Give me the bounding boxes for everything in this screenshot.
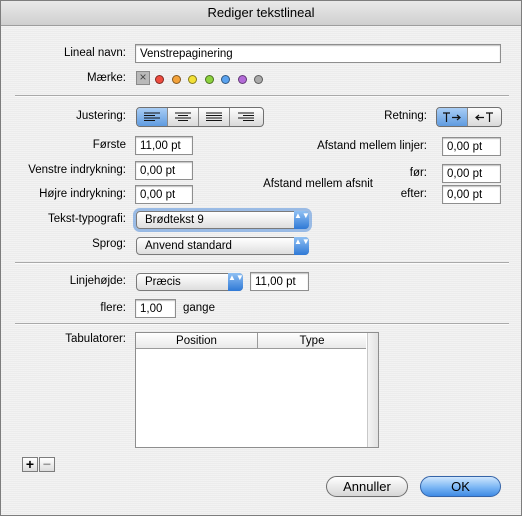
align-center-icon[interactable] — [168, 108, 199, 126]
popup-arrows-icon: ▲▼ — [228, 273, 244, 291]
align-justify-icon[interactable] — [199, 108, 230, 126]
mark-label: Mærke: — [87, 72, 126, 84]
text-style-popup[interactable]: Brødtekst 9 ▲▼ — [136, 211, 310, 229]
separator — [15, 323, 509, 325]
paragraph-spacing-label: Afstand mellem afsnit — [263, 178, 373, 190]
line-spacing-label: Afstand mellem linjer: — [317, 140, 427, 152]
line-height-mode-value: Præcis — [145, 276, 181, 288]
space-after-field[interactable]: 0,00 pt — [442, 185, 501, 204]
add-tab-button[interactable]: + — [22, 457, 38, 472]
direction-rtl-icon[interactable] — [468, 108, 499, 126]
right-indent-label: Højre indrykning: — [39, 188, 126, 200]
line-height-field[interactable]: 11,00 pt — [250, 272, 309, 291]
align-left-icon[interactable] — [137, 108, 168, 126]
direction-segmented-control — [436, 107, 502, 127]
space-before-field[interactable]: 0,00 pt — [442, 164, 501, 183]
mark-color-swatch[interactable] — [221, 75, 230, 84]
mark-color-swatch[interactable] — [237, 75, 247, 84]
popup-arrows-icon: ▲▼ — [294, 211, 310, 229]
ok-button[interactable]: OK — [420, 476, 501, 497]
multiple-field[interactable]: 1,00 — [135, 299, 176, 318]
column-header-type[interactable]: Type — [258, 333, 366, 349]
window-title: Rediger tekstlineal — [1, 1, 521, 26]
dialog-window: Rediger tekstlineal Lineal navn: Venstre… — [0, 0, 522, 516]
first-indent-label: Første — [92, 139, 126, 151]
first-indent-field[interactable]: 11,00 pt — [135, 136, 193, 155]
mark-color-swatch[interactable] — [155, 75, 164, 84]
direction-ltr-icon[interactable] — [437, 108, 468, 126]
mark-color-swatch[interactable] — [171, 75, 181, 84]
tabs-scrollbar[interactable] — [367, 333, 378, 447]
direction-label: Retning: — [384, 110, 427, 122]
name-field[interactable]: Venstrepaginering — [135, 44, 501, 63]
multiple-unit: gange — [183, 302, 215, 314]
separator — [15, 262, 509, 264]
tabs-label: Tabulatorer: — [65, 333, 126, 345]
language-value: Anvend standard — [145, 240, 232, 252]
left-indent-label: Venstre indrykning: — [28, 164, 126, 176]
line-spacing-field[interactable]: 0,00 pt — [442, 137, 501, 156]
mark-color-swatch[interactable] — [254, 75, 263, 84]
mark-color-swatch[interactable] — [204, 75, 214, 84]
remove-tab-button[interactable]: − — [39, 457, 55, 472]
language-popup[interactable]: Anvend standard ▲▼ — [136, 237, 310, 255]
tabs-table[interactable]: Position Type — [135, 332, 379, 448]
text-style-label: Tekst-typografi: — [48, 213, 126, 225]
name-label: Lineal navn: — [63, 47, 126, 59]
mark-none-icon[interactable]: × — [136, 71, 150, 85]
after-label: efter: — [400, 188, 427, 200]
separator — [15, 95, 509, 97]
mark-color-swatch[interactable] — [188, 75, 197, 84]
alignment-segmented-control — [136, 107, 264, 127]
popup-arrows-icon: ▲▼ — [294, 237, 310, 255]
line-height-mode-popup[interactable]: Præcis ▲▼ — [136, 273, 244, 291]
alignment-label: Justering: — [76, 110, 126, 122]
right-indent-field[interactable]: 0,00 pt — [135, 185, 193, 204]
cancel-button[interactable]: Annuller — [326, 476, 408, 497]
column-header-position[interactable]: Position — [136, 333, 258, 349]
line-height-label: Linjehøjde: — [69, 275, 126, 287]
before-label: før: — [409, 167, 427, 179]
left-indent-field[interactable]: 0,00 pt — [135, 161, 193, 180]
align-right-icon[interactable] — [230, 108, 261, 126]
multiple-label: flere: — [100, 302, 126, 314]
text-style-value: Brødtekst 9 — [145, 214, 204, 226]
language-label: Sprog: — [92, 238, 126, 250]
